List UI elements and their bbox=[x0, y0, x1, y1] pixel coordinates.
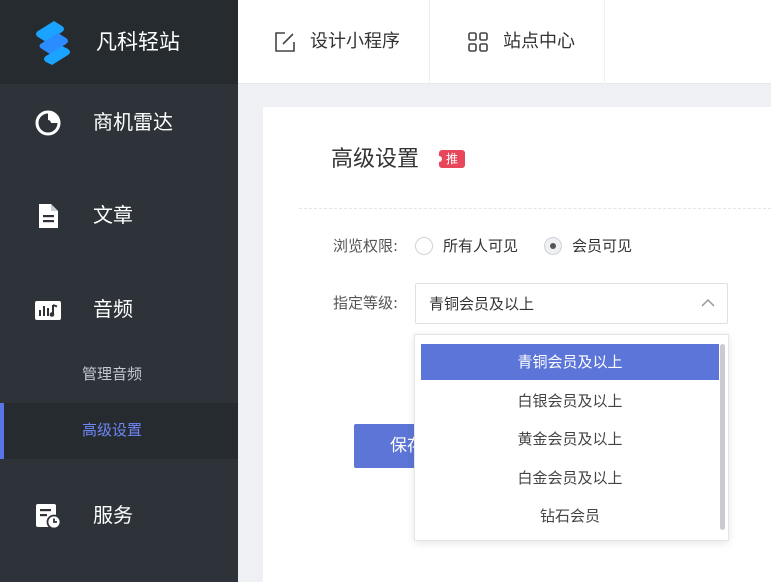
sidebar-subitem-advanced-settings[interactable]: 高级设置 bbox=[0, 403, 238, 459]
dropdown-option[interactable]: 钻石会员 bbox=[421, 498, 719, 534]
radar-icon bbox=[35, 110, 61, 136]
dropdown-scrollbar[interactable] bbox=[720, 344, 725, 530]
sidebar-subitem-label: 高级设置 bbox=[82, 421, 143, 439]
document-icon bbox=[39, 204, 58, 228]
sidebar-item-label: 文章 bbox=[93, 203, 133, 227]
level-dropdown: 青铜会员及以上 白银会员及以上 黄金会员及以上 白金会员及以上 钻石会员 bbox=[414, 334, 729, 541]
page-title: 高级设置 bbox=[331, 147, 420, 172]
tab-design-miniprogram[interactable]: 设计小程序 bbox=[238, 0, 430, 84]
sidebar-item-radar[interactable]: 商机雷达 bbox=[0, 95, 238, 151]
dropdown-option[interactable]: 白金会员及以上 bbox=[421, 460, 719, 496]
divider bbox=[299, 208, 771, 209]
service-icon bbox=[36, 504, 62, 530]
sidebar-item-label: 商机雷达 bbox=[93, 110, 173, 134]
dropdown-option[interactable]: 青铜会员及以上 bbox=[421, 344, 719, 380]
sidebar-item-label: 音频 bbox=[93, 297, 133, 321]
radio-everyone[interactable] bbox=[415, 237, 433, 255]
edit-icon bbox=[275, 32, 295, 52]
sidebar-item-service[interactable]: 服务 bbox=[0, 488, 238, 544]
sidebar-item-articles[interactable]: 文章 bbox=[0, 188, 238, 244]
tab-site-center[interactable]: 站点中心 bbox=[430, 0, 605, 84]
dropdown-option[interactable]: 白银会员及以上 bbox=[421, 383, 719, 419]
sidebar: 凡科轻站 商机雷达 文章 音频 管理音频 高级设置 服务 bbox=[0, 0, 238, 582]
radio-members-only[interactable] bbox=[544, 237, 562, 255]
audio-icon bbox=[35, 301, 61, 320]
sidebar-subitem-label: 管理音频 bbox=[82, 365, 143, 383]
top-bar: 设计小程序 站点中心 bbox=[238, 0, 771, 84]
sidebar-item-audio[interactable]: 音频 bbox=[0, 282, 238, 338]
brand-name: 凡科轻站 bbox=[96, 30, 180, 54]
level-select-value: 青铜会员及以上 bbox=[429, 295, 535, 313]
browse-permission-label: 浏览权限: bbox=[333, 237, 399, 255]
sidebar-subitem-manage-audio[interactable]: 管理音频 bbox=[0, 347, 238, 403]
level-label: 指定等级: bbox=[333, 294, 399, 312]
sidebar-item-label: 服务 bbox=[93, 503, 133, 527]
radio-members-only-label[interactable]: 会员可见 bbox=[572, 235, 632, 257]
dropdown-option[interactable]: 黄金会员及以上 bbox=[421, 421, 719, 457]
chevron-up-icon bbox=[701, 298, 715, 307]
recommend-badge: 推 bbox=[436, 150, 465, 168]
level-select[interactable]: 青铜会员及以上 bbox=[415, 283, 728, 324]
grid-icon bbox=[468, 32, 488, 52]
active-indicator bbox=[0, 403, 4, 459]
radio-everyone-label[interactable]: 所有人可见 bbox=[443, 235, 518, 257]
tab-label: 设计小程序 bbox=[310, 31, 400, 52]
brand-logo-icon bbox=[36, 21, 70, 65]
brand-logo-area[interactable]: 凡科轻站 bbox=[0, 0, 238, 84]
tab-label: 站点中心 bbox=[503, 31, 575, 52]
